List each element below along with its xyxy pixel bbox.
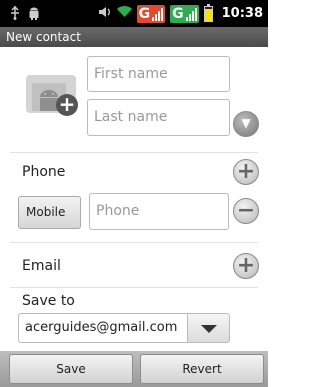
usb-icon [10,5,20,23]
network-g-icon: G [170,4,199,23]
divider [10,152,258,153]
status-bar: G G 10:38 [0,0,268,27]
contact-photo-button[interactable]: + [26,75,78,116]
save-button[interactable]: Save [9,354,133,384]
divider [10,287,258,288]
plus-icon: + [236,159,256,184]
battery-icon [203,3,213,22]
phone-field[interactable]: Phone [89,193,229,230]
email-label: Email [22,258,61,274]
save-to-label: Save to [22,293,75,309]
wifi-icon [116,6,132,21]
network-g-icon: G [136,4,166,23]
bottom-action-bar: Save Revert [0,351,268,387]
add-email-button[interactable]: + [233,253,259,279]
divider [10,242,258,243]
plus-icon: + [236,253,256,278]
first-name-field[interactable]: First name [87,56,230,92]
chevron-down-icon: ▼ [241,116,251,130]
minus-icon: − [236,198,256,223]
page-title: New contact [0,27,268,47]
add-photo-icon: + [56,94,78,116]
revert-button[interactable]: Revert [140,354,264,384]
account-dropdown-button[interactable] [187,313,230,343]
account-select[interactable]: acerguides@gmail.com [18,313,188,343]
remove-phone-button[interactable]: − [233,198,259,224]
last-name-field[interactable]: Last name [87,99,230,136]
phone-label: Phone [22,164,66,180]
add-phone-button[interactable]: + [233,159,259,185]
android-debug-icon [28,7,40,23]
clock: 10:38 [221,6,263,21]
expand-name-button[interactable]: ▼ [233,111,259,137]
phone-type-button[interactable]: Mobile [18,196,81,229]
volume-icon [98,6,112,21]
